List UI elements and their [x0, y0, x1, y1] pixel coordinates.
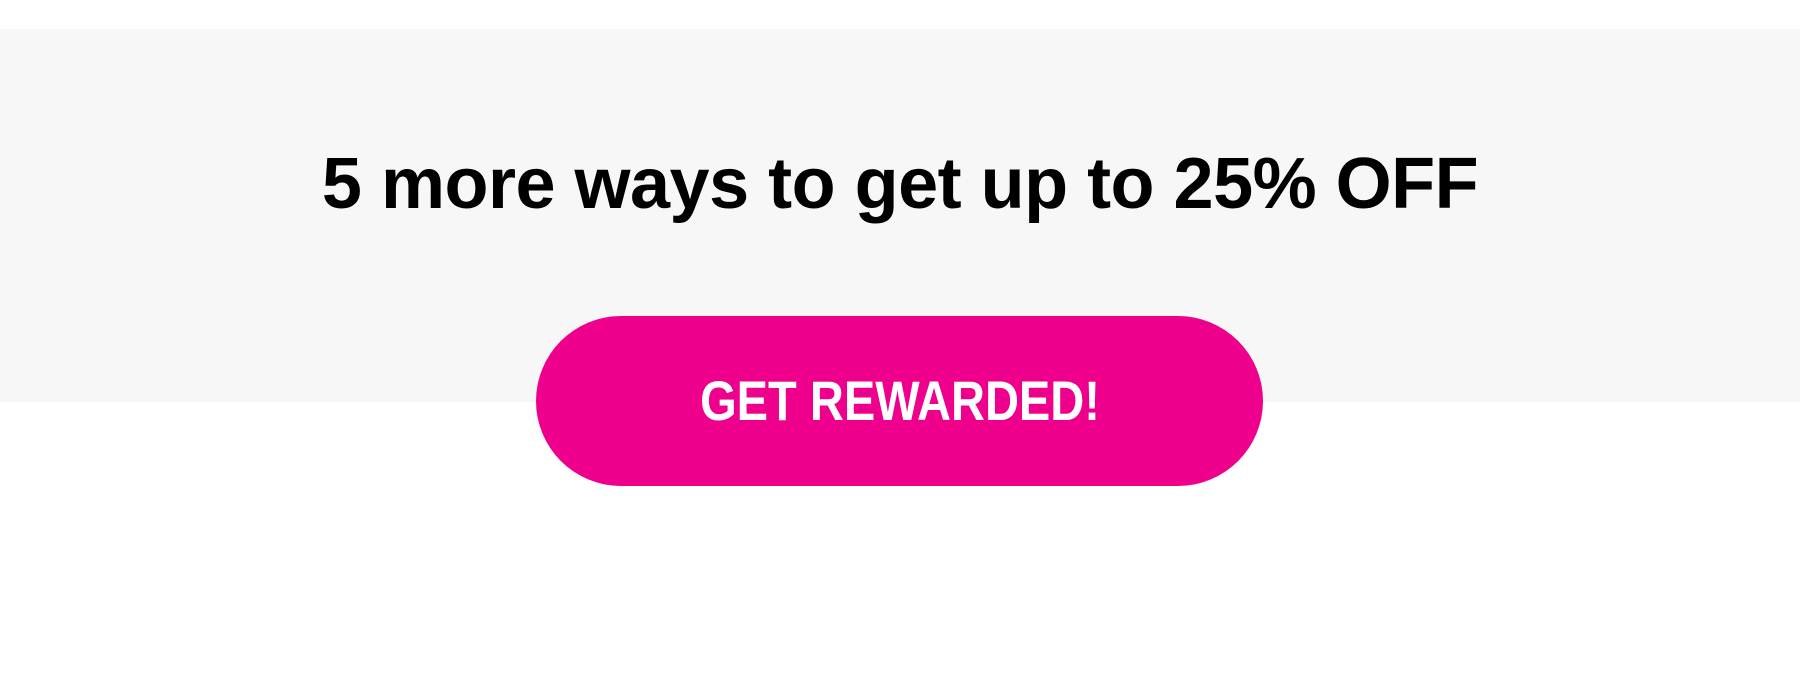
get-rewarded-button-label: GET REWARDED! [699, 369, 1100, 432]
get-rewarded-button[interactable]: GET REWARDED! [536, 316, 1263, 486]
promo-headline: 5 more ways to get up to 25% OFF [321, 144, 1479, 224]
